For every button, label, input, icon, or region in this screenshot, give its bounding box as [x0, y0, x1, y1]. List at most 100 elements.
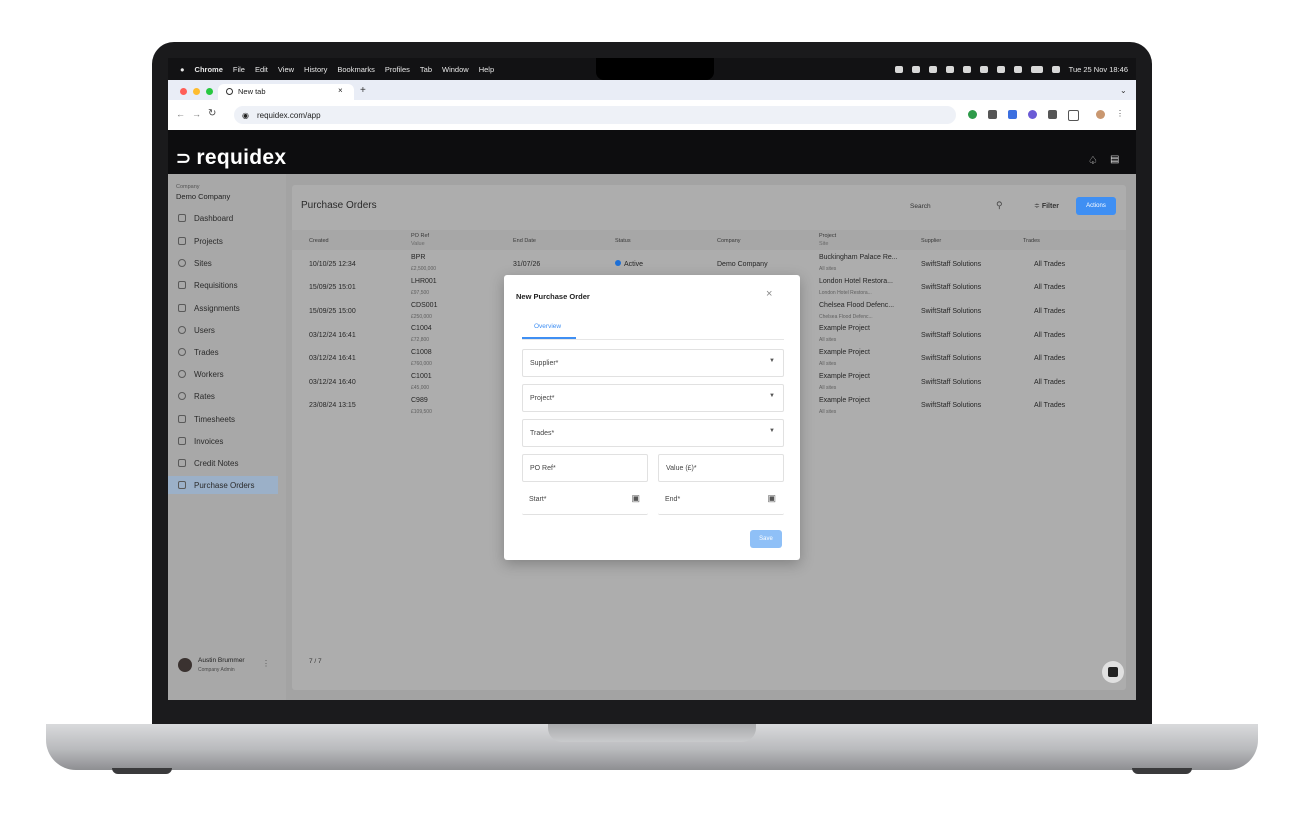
- cell-supplier: SwiftStaff Solutions: [921, 261, 982, 268]
- close-window-button[interactable]: [180, 88, 187, 95]
- cell-project: London Hotel Restora...: [819, 278, 893, 285]
- menu-file[interactable]: File: [233, 65, 245, 74]
- menu-edit[interactable]: Edit: [255, 65, 268, 74]
- sidebar-item-users[interactable]: Users: [168, 321, 278, 339]
- sidebar-item-requisitions[interactable]: Requisitions: [168, 276, 278, 294]
- column-header-po-ref[interactable]: PO Ref: [411, 233, 429, 239]
- column-header-supplier[interactable]: Supplier: [921, 238, 941, 244]
- sidebar-item-rates[interactable]: Rates: [168, 387, 278, 405]
- user-menu-icon[interactable]: ⋮: [262, 659, 270, 668]
- menu-profiles[interactable]: Profiles: [385, 65, 410, 74]
- sidebar-item-projects[interactable]: Projects: [168, 232, 278, 250]
- actions-button[interactable]: Actions: [1076, 197, 1116, 215]
- column-header-status[interactable]: Status: [615, 238, 631, 244]
- chrome-menu-icon[interactable]: ⋮: [1116, 110, 1124, 119]
- menu-help[interactable]: Help: [479, 65, 494, 74]
- start-date-field[interactable]: Start* ▣: [522, 487, 648, 515]
- invoices-icon: [178, 437, 186, 445]
- requidex-logo[interactable]: ⊃ requidex: [176, 146, 286, 170]
- project-select[interactable]: Project* ▼: [522, 384, 784, 412]
- menu-history[interactable]: History: [304, 65, 327, 74]
- sidebar-item-sites[interactable]: Sites: [168, 254, 278, 272]
- menu-bookmarks[interactable]: Bookmarks: [337, 65, 375, 74]
- extension-icon[interactable]: [1028, 110, 1037, 119]
- close-icon[interactable]: ×: [766, 288, 772, 300]
- save-button[interactable]: Save: [750, 530, 782, 548]
- company-selector[interactable]: Demo Company: [176, 192, 230, 201]
- profile-avatar-icon[interactable]: [1096, 110, 1105, 119]
- tray-icon[interactable]: [911, 65, 920, 73]
- column-header-company[interactable]: Company: [717, 238, 741, 244]
- column-header-project[interactable]: Project: [819, 233, 836, 239]
- menu-clock[interactable]: Tue 25 Nov 18:46: [1069, 65, 1128, 74]
- browser-tab[interactable]: New tab ×: [218, 84, 354, 100]
- avatar[interactable]: [178, 658, 192, 672]
- sidebar-item-assignments[interactable]: Assignments: [168, 299, 278, 317]
- cell-trades: All Trades: [1034, 261, 1066, 268]
- sidebar-item-purchase-orders[interactable]: Purchase Orders: [168, 476, 278, 494]
- tab-overview[interactable]: Overview: [534, 323, 561, 330]
- site-info-icon[interactable]: ◉: [242, 111, 249, 120]
- address-bar[interactable]: ◉ requidex.com/app: [234, 106, 956, 124]
- menu-app-name[interactable]: Chrome: [195, 65, 223, 74]
- column-header-created[interactable]: Created: [309, 238, 329, 244]
- po-ref-field[interactable]: PO Ref*: [522, 454, 648, 482]
- messages-icon[interactable]: ▤: [1110, 154, 1119, 165]
- extension-icon[interactable]: [988, 110, 997, 119]
- extension-icon[interactable]: [1008, 110, 1017, 119]
- tray-icon[interactable]: [894, 65, 903, 73]
- battery-icon[interactable]: [1030, 65, 1043, 73]
- calendar-icon[interactable]: ▣: [631, 493, 640, 504]
- sidebar-item-credit-notes[interactable]: Credit Notes: [168, 454, 278, 472]
- menu-tab[interactable]: Tab: [420, 65, 432, 74]
- sidebar-item-label: Projects: [194, 236, 223, 246]
- tray-icon[interactable]: [979, 65, 988, 73]
- value-label: Value (£)*: [666, 465, 697, 472]
- filter-button[interactable]: ≑ Filter: [1034, 202, 1059, 210]
- column-header-end-date[interactable]: End Date: [513, 238, 536, 244]
- menu-window[interactable]: Window: [442, 65, 469, 74]
- column-header-site[interactable]: Site: [819, 241, 828, 247]
- trades-select[interactable]: Trades* ▼: [522, 419, 784, 447]
- tray-icon[interactable]: [928, 65, 937, 73]
- tab-search-icon[interactable]: ⌄: [1120, 86, 1127, 95]
- tray-icon[interactable]: [1013, 65, 1022, 73]
- notifications-bell-icon[interactable]: ♤: [1088, 154, 1098, 167]
- sidebar-item-workers[interactable]: Workers: [168, 365, 278, 383]
- tab-divider: [522, 339, 784, 340]
- extension-icon[interactable]: [1048, 110, 1057, 119]
- workers-icon: [178, 370, 186, 378]
- calendar-icon[interactable]: ▣: [767, 493, 776, 504]
- trades-label: Trades*: [530, 430, 555, 437]
- back-icon[interactable]: ←: [176, 109, 185, 119]
- sidebar-item-timesheets[interactable]: Timesheets: [168, 410, 278, 428]
- column-header-trades[interactable]: Trades: [1023, 238, 1040, 244]
- extension-icon[interactable]: [968, 110, 977, 119]
- apple-icon[interactable]: ●: [180, 65, 185, 74]
- chat-widget-button[interactable]: [1102, 661, 1124, 683]
- tray-icon[interactable]: [996, 65, 1005, 73]
- minimize-window-button[interactable]: [193, 88, 200, 95]
- sidebar-item-dashboard[interactable]: Dashboard: [168, 209, 278, 227]
- new-tab-button[interactable]: +: [360, 85, 366, 96]
- search-icon[interactable]: ⚲: [996, 200, 1003, 211]
- close-tab-icon[interactable]: ×: [338, 86, 343, 95]
- value-field[interactable]: Value (£)*: [658, 454, 784, 482]
- logo-mark-icon: ⊃: [176, 148, 192, 168]
- column-header-value[interactable]: Value: [411, 241, 425, 247]
- forward-icon[interactable]: →: [192, 109, 201, 119]
- wifi-icon[interactable]: [1051, 65, 1060, 73]
- sidebar-item-trades[interactable]: Trades: [168, 343, 278, 361]
- extensions-puzzle-icon[interactable]: [1068, 110, 1079, 121]
- menu-view[interactable]: View: [278, 65, 294, 74]
- supplier-select[interactable]: Supplier* ▼: [522, 349, 784, 377]
- sidebar-item-invoices[interactable]: Invoices: [168, 432, 278, 450]
- tray-icon[interactable]: [962, 65, 971, 73]
- cell-trades: All Trades: [1034, 332, 1066, 339]
- end-date-field[interactable]: End* ▣: [658, 487, 784, 515]
- search-input[interactable]: Search: [910, 203, 931, 210]
- reload-icon[interactable]: ↻: [208, 108, 216, 119]
- tray-icon[interactable]: [945, 65, 954, 73]
- po-ref-label: PO Ref*: [530, 465, 556, 472]
- maximize-window-button[interactable]: [206, 88, 213, 95]
